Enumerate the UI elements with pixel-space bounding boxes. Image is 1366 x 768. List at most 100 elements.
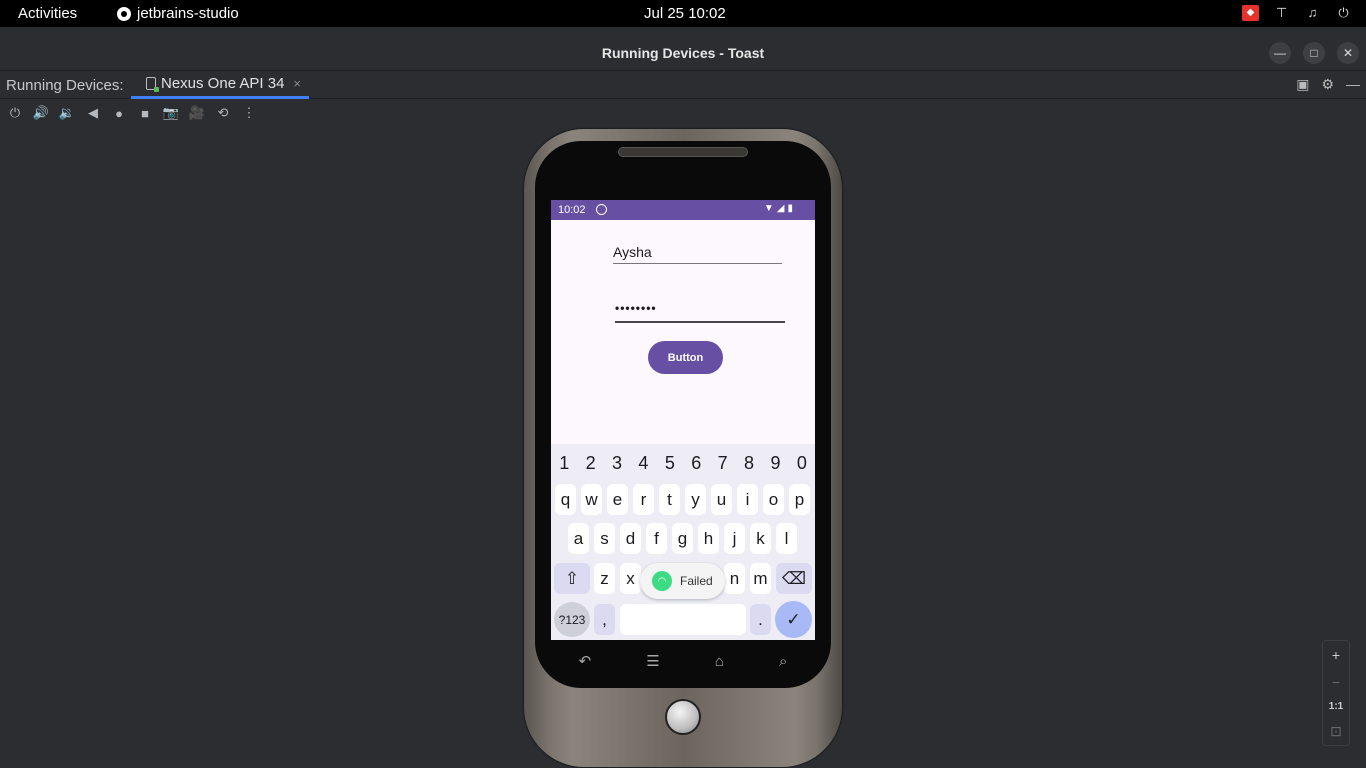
close-window-button[interactable]: ✕ [1337, 42, 1359, 64]
clock[interactable]: Jul 25 10:02 [644, 5, 726, 22]
volume-up-icon[interactable]: 🔊 [33, 105, 49, 121]
reset-icon[interactable]: ⟲ [215, 105, 231, 121]
window-title-bar: Running Devices - Toast — □ ✕ [0, 34, 1366, 71]
letter-key[interactable]: u [711, 484, 732, 515]
letter-key[interactable]: w [581, 484, 602, 515]
tab-nexus-one[interactable]: Nexus One API 34 × [131, 71, 309, 99]
soft-keyboard: 1234567890 qwertyuiop asdfghjkl ⇧ zx nm ⌫… [551, 444, 815, 640]
number-key[interactable]: 9 [762, 453, 788, 474]
number-key[interactable]: 6 [683, 453, 709, 474]
zoom-in-button[interactable]: + [1332, 647, 1340, 663]
android-status-bar: 10:02 ▼ ◢ ▮ [551, 200, 815, 220]
tab-close-icon[interactable]: × [293, 76, 301, 91]
signal-icon: ◢ [776, 203, 785, 214]
back-icon[interactable]: ◀ [85, 105, 101, 121]
anydesk-indicator-icon[interactable]: ◆ [1242, 4, 1259, 21]
camera-icon[interactable]: 📷 [163, 105, 179, 121]
letter-key[interactable]: x [620, 563, 641, 594]
zoom-actual-size-button[interactable]: 1:1 [1329, 701, 1343, 712]
minimize-window-button[interactable]: — [1269, 42, 1291, 64]
tool-window-header: Running Devices: Nexus One API 34 × ▣ ⚙ … [0, 71, 1366, 99]
letter-key[interactable]: r [633, 484, 654, 515]
letter-key[interactable]: j [724, 523, 745, 554]
number-row: 1234567890 [551, 453, 815, 474]
submit-button[interactable]: Button [648, 341, 723, 374]
letter-key[interactable]: e [607, 484, 628, 515]
letter-key[interactable]: z [594, 563, 615, 594]
app-name: jetbrains-studio [137, 5, 239, 22]
device-icon [146, 77, 159, 92]
number-key[interactable]: 4 [630, 453, 656, 474]
status-notification-icon [596, 204, 607, 215]
letter-key[interactable]: h [698, 523, 719, 554]
number-key[interactable]: 7 [709, 453, 735, 474]
overview-icon[interactable]: ■ [137, 105, 153, 121]
power-menu-icon[interactable]: ⏻ [1335, 4, 1352, 21]
number-key[interactable]: 5 [657, 453, 683, 474]
power-icon[interactable]: ⏻ [7, 105, 23, 121]
letter-key[interactable]: i [737, 484, 758, 515]
number-key[interactable]: 0 [789, 453, 815, 474]
symbols-key[interactable]: ?123 [554, 602, 590, 637]
letter-key[interactable]: s [594, 523, 615, 554]
nav-search-icon[interactable]: ⌕ [779, 653, 787, 670]
nav-home-icon[interactable]: ⌂ [715, 653, 724, 670]
letter-key[interactable]: n [724, 563, 745, 594]
video-icon[interactable]: 🎥 [189, 105, 205, 121]
letter-key[interactable]: d [620, 523, 641, 554]
phone-screen[interactable]: 10:02 ▼ ◢ ▮ Aysha •••••••• Button 123456… [551, 200, 815, 640]
layout-icon[interactable]: ▣ [1296, 76, 1309, 93]
letter-key[interactable]: k [750, 523, 771, 554]
letter-key[interactable]: q [555, 484, 576, 515]
settings-gear-icon[interactable]: ⚙ [1321, 76, 1334, 93]
username-field[interactable]: Aysha [613, 244, 782, 264]
status-time: 10:02 [558, 204, 586, 216]
letter-key[interactable]: a [568, 523, 589, 554]
letter-key[interactable]: y [685, 484, 706, 515]
phone-trackball[interactable] [665, 699, 701, 735]
number-key[interactable]: 2 [577, 453, 603, 474]
zoom-fit-icon[interactable]: ⊡ [1330, 723, 1342, 740]
backspace-key[interactable]: ⌫ [776, 563, 812, 594]
status-icons: ▼ ◢ ▮ [764, 203, 793, 214]
zoom-out-button[interactable]: − [1332, 674, 1340, 690]
tab-label: Nexus One API 34 [161, 75, 285, 92]
toast-text: Failed [680, 574, 713, 588]
number-key[interactable]: 8 [736, 453, 762, 474]
system-tray[interactable]: ◆ ⊤ ♫ ⏻ [1242, 4, 1352, 21]
enter-check-key[interactable]: ✓ [775, 601, 812, 638]
volume-down-icon[interactable]: 🔉 [59, 105, 75, 121]
more-icon[interactable]: ⋮ [241, 105, 257, 121]
letter-key[interactable]: g [672, 523, 693, 554]
number-key[interactable]: 3 [604, 453, 630, 474]
letter-key[interactable]: t [659, 484, 680, 515]
phone-speaker [618, 147, 748, 157]
letter-key[interactable]: l [776, 523, 797, 554]
app-menu[interactable]: jetbrains-studio [117, 5, 239, 22]
activities-button[interactable]: Activities [18, 5, 77, 22]
letter-key[interactable]: m [750, 563, 771, 594]
window-title: Running Devices - Toast [601, 45, 765, 61]
space-key[interactable] [620, 604, 746, 635]
nav-back-icon[interactable]: ↶ [579, 652, 592, 670]
toast-message: ◠ Failed [640, 563, 725, 599]
battery-icon: ▮ [787, 203, 793, 214]
tool-window-actions: ▣ ⚙ — [1296, 76, 1360, 93]
network-icon[interactable]: ⊤ [1273, 4, 1290, 21]
maximize-window-button[interactable]: □ [1303, 42, 1325, 64]
shift-key[interactable]: ⇧ [554, 563, 590, 594]
phone-nav-bar: ↶ ☰ ⌂ ⌕ [551, 645, 815, 677]
home-icon[interactable]: ● [111, 105, 127, 121]
password-field[interactable]: •••••••• [615, 301, 785, 323]
hide-panel-icon[interactable]: — [1346, 76, 1360, 93]
number-key[interactable]: 1 [551, 453, 577, 474]
system-top-bar: Activities jetbrains-studio Jul 25 10:02… [0, 0, 1366, 27]
nav-menu-icon[interactable]: ☰ [646, 652, 659, 670]
letter-key[interactable]: o [763, 484, 784, 515]
letter-key[interactable]: f [646, 523, 667, 554]
volume-muted-icon[interactable]: ♫ [1304, 4, 1321, 21]
comma-key[interactable]: , [594, 604, 615, 635]
running-devices-label: Running Devices: [6, 77, 124, 94]
period-key[interactable]: . [750, 604, 771, 635]
letter-key[interactable]: p [789, 484, 810, 515]
